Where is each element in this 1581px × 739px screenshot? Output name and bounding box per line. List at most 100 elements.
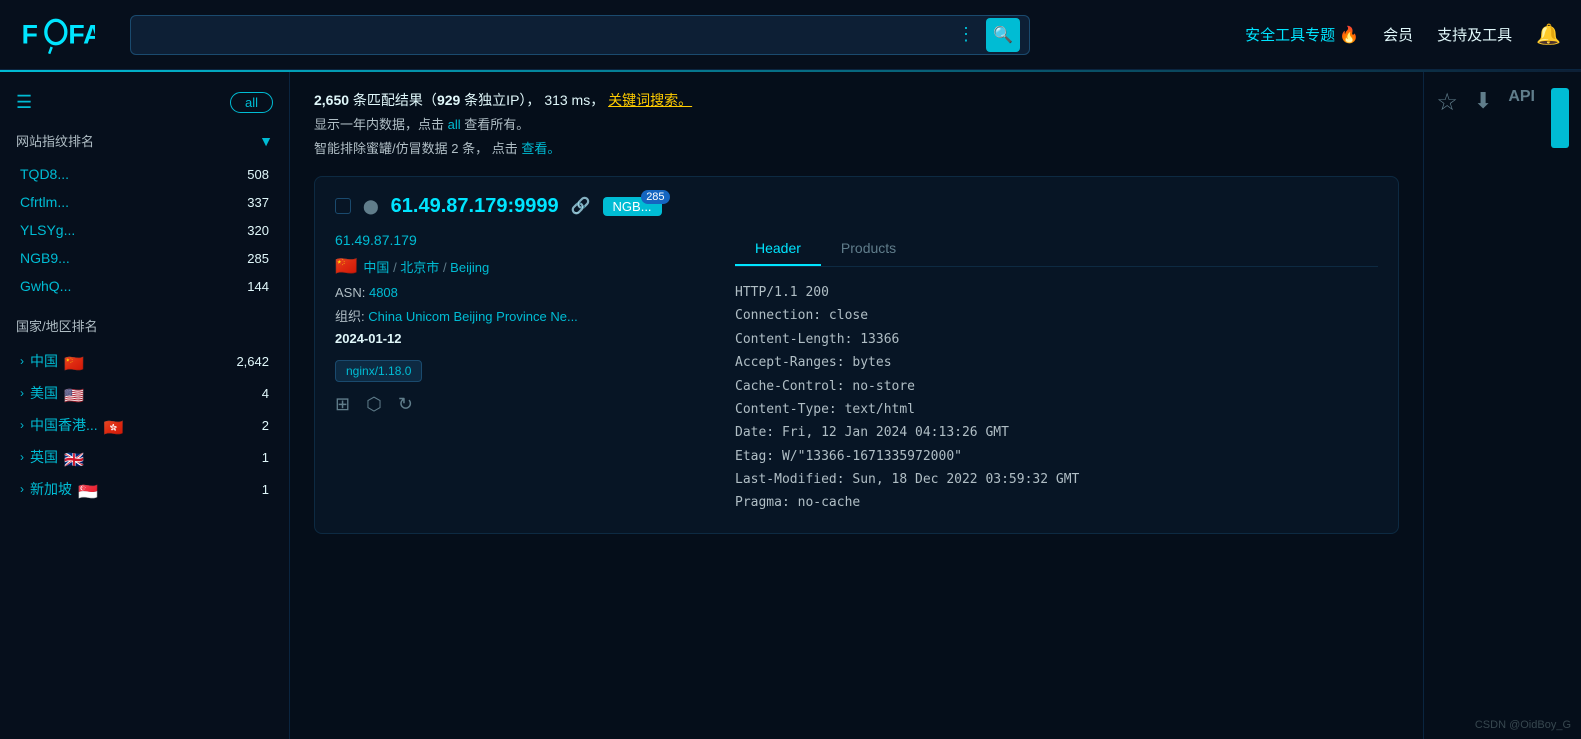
ip-link-small[interactable]: 61.49.87.179 bbox=[335, 232, 695, 248]
sidebar: ☰ all 网站指纹排名 ▼ TQD8... 508 Cfrtlm... 337… bbox=[0, 72, 290, 739]
asn-row: ASN: 4808 bbox=[335, 285, 695, 300]
tab-products[interactable]: Products bbox=[821, 232, 916, 266]
header-content: HTTP/1.1 200 Connection: close Content-L… bbox=[735, 281, 1378, 515]
watermark: CSDN @OidBoy_G bbox=[1475, 719, 1571, 731]
list-item[interactable]: Cfrtlm... 337 bbox=[16, 188, 273, 216]
chevron-icon: › bbox=[20, 482, 24, 496]
nav-support-tools[interactable]: 支持及工具 bbox=[1437, 24, 1512, 45]
search-input[interactable]: app="HJSOFT-HCM" bbox=[130, 15, 1030, 55]
refresh-icon[interactable]: ↻ bbox=[398, 394, 413, 415]
content-area: 2,650 条匹配结果（929 条独立IP）， 313 ms， 关键词搜索。 显… bbox=[290, 72, 1423, 739]
api-button[interactable]: API bbox=[1508, 88, 1535, 106]
header-line: Content-Length: 13366 bbox=[735, 328, 1378, 351]
keyword-search-link[interactable]: 关键词搜索。 bbox=[608, 92, 692, 108]
screenshot-icon[interactable]: ⊞ bbox=[335, 394, 350, 415]
tabs: Header Products bbox=[735, 232, 1378, 267]
list-item[interactable]: NGB9... 285 bbox=[16, 244, 273, 272]
flag-gb: 🇬🇧 bbox=[64, 450, 86, 465]
more-options-button[interactable]: ⋮ bbox=[957, 24, 976, 45]
org-row: 组织: China Unicom Beijing Province Ne... bbox=[335, 306, 695, 325]
connection-icon: ⬤ bbox=[363, 198, 379, 215]
results-note-2: 智能排除蜜罐/仿冒数据 2 条， 点击 查看。 bbox=[314, 137, 1399, 160]
filter-row: ☰ all bbox=[16, 92, 273, 113]
svg-text:F: F bbox=[22, 20, 38, 50]
star-icon[interactable]: ☆ bbox=[1436, 88, 1458, 117]
sidebar-toggle-button[interactable] bbox=[1551, 88, 1569, 148]
header-line: Date: Fri, 12 Jan 2024 04:13:26 GMT bbox=[735, 421, 1378, 444]
header-line: Accept-Ranges: bytes bbox=[735, 351, 1378, 374]
header-line: Last-Modified: Sun, 18 Dec 2022 03:59:32… bbox=[735, 468, 1378, 491]
country-section-title: 国家/地区排名 bbox=[16, 316, 273, 335]
all-data-link[interactable]: all bbox=[448, 117, 461, 132]
chevron-icon: › bbox=[20, 418, 24, 432]
match-count: 2,650 条匹配结果（929 条独立IP）， 313 ms， bbox=[314, 92, 608, 108]
main-layout: ☰ all 网站指纹排名 ▼ TQD8... 508 Cfrtlm... 337… bbox=[0, 72, 1581, 739]
flag-us: 🇺🇸 bbox=[64, 386, 86, 401]
country-item[interactable]: › 中国香港... 🇭🇰 2 bbox=[16, 409, 273, 441]
result-card: ⬤ 61.49.87.179:9999 🔗 NGB... 285 61.49.8… bbox=[314, 176, 1399, 534]
header: F FA app="HJSOFT-HCM" ⋮ 🔍 安全工具专题 🔥 会员 支持… bbox=[0, 0, 1581, 70]
flag-hk: 🇭🇰 bbox=[104, 418, 126, 433]
country-item[interactable]: › 美国 🇺🇸 4 bbox=[16, 377, 273, 409]
filter-icon[interactable]: ☰ bbox=[16, 92, 32, 113]
search-bar-wrapper: app="HJSOFT-HCM" ⋮ 🔍 bbox=[130, 15, 1030, 55]
result-card-header: ⬤ 61.49.87.179:9999 🔗 NGB... 285 bbox=[335, 195, 1378, 218]
chevron-icon: › bbox=[20, 354, 24, 368]
country-item[interactable]: › 英国 🇬🇧 1 bbox=[16, 441, 273, 473]
logo: F FA bbox=[20, 12, 110, 57]
country-item[interactable]: › 新加坡 🇸🇬 1 bbox=[16, 473, 273, 505]
city-en-link[interactable]: Beijing bbox=[450, 260, 489, 275]
all-badge[interactable]: all bbox=[230, 92, 273, 113]
country-item[interactable]: › 中国 🇨🇳 2,642 bbox=[16, 345, 273, 377]
ip-port-link[interactable]: 61.49.87.179:9999 bbox=[391, 195, 559, 218]
tag-count: 285 bbox=[641, 190, 669, 204]
honeypot-link[interactable]: 查看。 bbox=[521, 141, 560, 156]
fingerprint-section-title: 网站指纹排名 ▼ bbox=[16, 131, 273, 150]
tab-panel: Header Products HTTP/1.1 200 Connection:… bbox=[735, 232, 1378, 515]
nav-membership[interactable]: 会员 bbox=[1383, 24, 1413, 45]
search-button[interactable]: 🔍 bbox=[986, 18, 1020, 52]
header-line: Content-Type: text/html bbox=[735, 398, 1378, 421]
results-summary: 2,650 条匹配结果（929 条独立IP）， 313 ms， 关键词搜索。 显… bbox=[314, 88, 1399, 160]
location-flag: 🇨🇳 bbox=[335, 256, 357, 277]
notification-bell-icon[interactable]: 🔔 bbox=[1536, 22, 1561, 47]
nav-security-tools[interactable]: 安全工具专题 🔥 bbox=[1245, 24, 1359, 45]
action-icons: ⊞ ⬡ ↻ bbox=[335, 394, 695, 415]
header-line: HTTP/1.1 200 bbox=[735, 281, 1378, 304]
fire-icon: 🔥 bbox=[1339, 25, 1359, 45]
svg-text:FA: FA bbox=[68, 20, 95, 50]
result-body: 61.49.87.179 🇨🇳 中国 / 北京市 / Beijing ASN: bbox=[335, 232, 1378, 515]
download-icon[interactable]: ⬇ bbox=[1474, 88, 1492, 114]
search-icon: 🔍 bbox=[993, 25, 1013, 45]
result-checkbox[interactable] bbox=[335, 198, 351, 214]
header-line: Etag: W/"13366-1671335972000" bbox=[735, 445, 1378, 468]
flag-sg: 🇸🇬 bbox=[78, 482, 100, 497]
date-value: 2024-01-12 bbox=[335, 331, 402, 346]
list-item[interactable]: TQD8... 508 bbox=[16, 160, 273, 188]
country-link[interactable]: 中国 bbox=[363, 260, 389, 275]
external-link-icon[interactable]: 🔗 bbox=[571, 196, 591, 216]
fingerprint-filter-icon[interactable]: ▼ bbox=[259, 133, 273, 149]
results-note-1: 显示一年内数据，点击 all 查看所有。 bbox=[314, 113, 1399, 136]
fingerprint-list: TQD8... 508 Cfrtlm... 337 YLSYg... 320 N… bbox=[16, 160, 273, 300]
date-row: 2024-01-12 bbox=[335, 331, 695, 346]
cube-icon[interactable]: ⬡ bbox=[366, 394, 382, 415]
chevron-icon: › bbox=[20, 386, 24, 400]
chevron-icon: › bbox=[20, 450, 24, 464]
asn-link[interactable]: 4808 bbox=[369, 285, 398, 300]
right-toolbar: ☆ ⬇ API bbox=[1423, 72, 1581, 739]
nav-links: 安全工具专题 🔥 会员 支持及工具 🔔 bbox=[1245, 22, 1561, 47]
country-list: › 中国 🇨🇳 2,642 › 美国 🇺🇸 4 › 中国香港... 🇭 bbox=[16, 345, 273, 505]
list-item[interactable]: GwhQ... 144 bbox=[16, 272, 273, 300]
server-badge[interactable]: nginx/1.18.0 bbox=[335, 360, 422, 382]
header-line: Connection: close bbox=[735, 304, 1378, 327]
list-item[interactable]: YLSYg... 320 bbox=[16, 216, 273, 244]
header-line: Cache-Control: no-store bbox=[735, 375, 1378, 398]
location-row: 🇨🇳 中国 / 北京市 / Beijing bbox=[335, 256, 695, 277]
tab-header[interactable]: Header bbox=[735, 232, 821, 266]
org-link[interactable]: China Unicom Beijing Province Ne... bbox=[368, 309, 578, 324]
header-line: Pragma: no-cache bbox=[735, 491, 1378, 514]
flag-china: 🇨🇳 bbox=[64, 354, 86, 369]
result-info: 61.49.87.179 🇨🇳 中国 / 北京市 / Beijing ASN: bbox=[335, 232, 695, 515]
city-link[interactable]: 北京市 bbox=[400, 260, 439, 275]
